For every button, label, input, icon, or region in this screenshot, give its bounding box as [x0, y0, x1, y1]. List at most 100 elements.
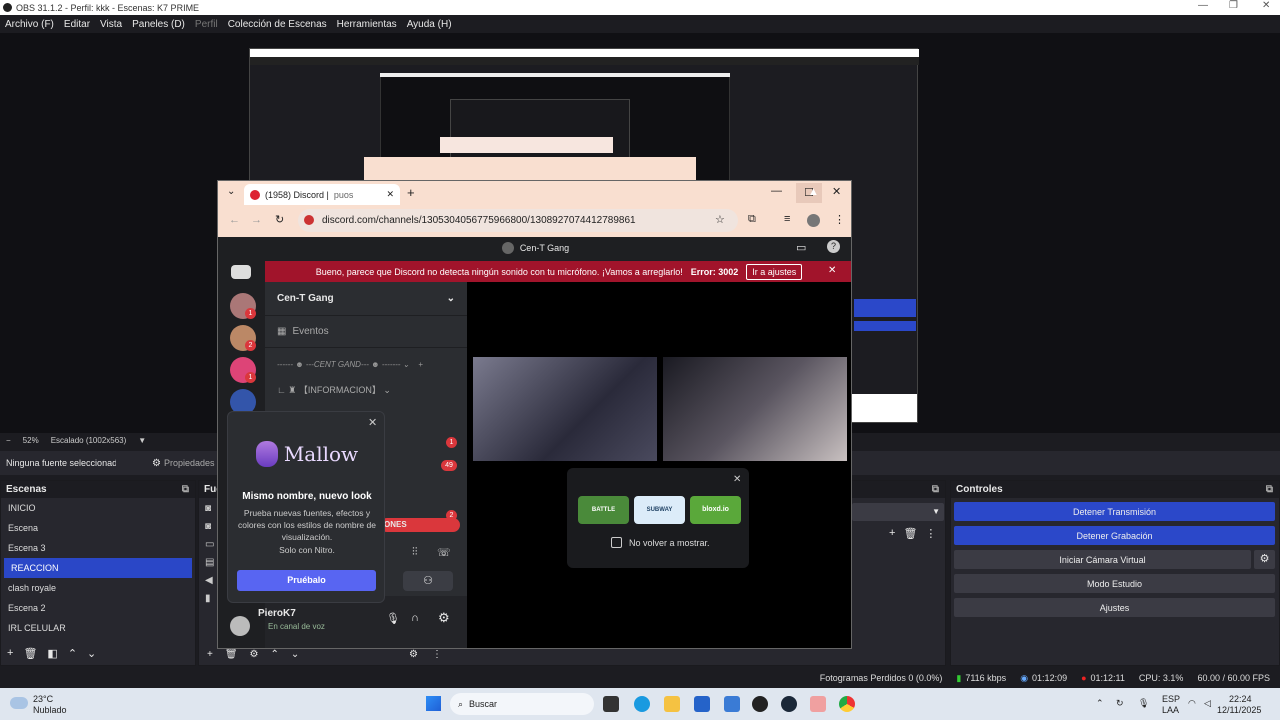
chevron-down-icon[interactable]: ⌄ — [227, 186, 235, 197]
scene-item[interactable]: Escena 2 — [1, 598, 195, 618]
star-icon[interactable]: ☆ — [715, 213, 725, 226]
inbox-icon[interactable]: ▭ — [796, 241, 806, 254]
trash-icon[interactable]: 🗑 — [225, 649, 238, 660]
video-tile[interactable] — [663, 357, 847, 461]
virtual-camera-settings-icon[interactable]: ⚙ — [1254, 550, 1275, 569]
url-input[interactable]: discord.com/channels/1305304056775966800… — [298, 209, 738, 232]
site-info-icon[interactable] — [304, 215, 314, 225]
mic-icon[interactable]: 🎙 — [386, 612, 400, 625]
start-icon[interactable] — [426, 696, 441, 711]
scale-label[interactable]: Escalado (1002x563) — [51, 436, 127, 445]
discord-home-icon[interactable] — [231, 265, 251, 279]
menu-coleccion[interactable]: Colección de Escenas — [228, 19, 327, 30]
trash-icon[interactable]: 🗑 — [903, 527, 917, 540]
chrome-icon[interactable] — [839, 696, 855, 712]
transition-select[interactable]: ▼ — [852, 503, 944, 521]
scene-item[interactable]: Escena 3 — [1, 538, 195, 558]
clock-date[interactable]: 12/11/2025 — [1217, 705, 1261, 715]
lang1[interactable]: ESP — [1162, 694, 1180, 704]
new-tab-icon[interactable]: + — [407, 185, 415, 200]
undock-icon[interactable]: ⧉ — [932, 484, 939, 495]
obs-icon[interactable] — [752, 696, 768, 712]
info-channel[interactable]: ∟ ♜ 【INFORMACION】 ⌄ — [265, 383, 467, 396]
zoom-out-icon[interactable]: − — [6, 436, 11, 445]
undock-icon[interactable]: ⧉ — [182, 484, 189, 495]
edge-icon[interactable] — [634, 696, 650, 712]
go-settings-button[interactable]: Ir a ajustes — [746, 263, 803, 280]
move-down-icon[interactable]: ⌄ — [291, 649, 299, 660]
menu-herramientas[interactable]: Herramientas — [337, 19, 397, 30]
weather-temp[interactable]: 23°C — [33, 694, 53, 704]
scene-item-selected[interactable]: REACCION — [4, 558, 192, 578]
volume-icon[interactable]: ◁ — [1204, 698, 1211, 709]
settings-button[interactable]: Ajustes — [954, 598, 1275, 617]
studio-mode-button[interactable]: Modo Estudio — [954, 574, 1275, 593]
minimize-icon[interactable]: — — [771, 185, 782, 197]
headphones-icon[interactable]: ∩ — [411, 612, 419, 624]
menu-paneles[interactable]: Paneles (D) — [132, 19, 185, 30]
join-bar[interactable]: ONES — [380, 518, 460, 532]
minimize-icon[interactable]: — — [1198, 0, 1208, 11]
menu-editar[interactable]: Editar — [64, 19, 90, 30]
properties-button[interactable]: Propiedades — [164, 458, 215, 468]
avatar[interactable] — [230, 616, 250, 636]
waveform-icon[interactable]: ⫶⫶ — [412, 546, 418, 559]
media-icon[interactable]: ≡ — [784, 213, 790, 225]
more-icon[interactable]: ⋮ — [432, 649, 442, 660]
app-icon[interactable] — [810, 696, 826, 712]
scene-item[interactable]: Escena — [1, 518, 195, 538]
scene-item[interactable]: INICIO — [1, 498, 195, 518]
forward-icon[interactable]: → — [251, 214, 262, 226]
disconnect-icon[interactable]: ☏ — [437, 546, 451, 559]
add-scene-icon[interactable]: + — [7, 647, 13, 660]
category-header[interactable]: ------ ☻ ---CENT GAND--- ☻ ------- ⌄ + — [265, 360, 467, 369]
mixer-gear-icon[interactable]: ⚙ — [409, 649, 418, 660]
maximize-icon[interactable]: ❐ — [1229, 0, 1238, 11]
gear-icon[interactable]: ⚙ — [152, 458, 161, 469]
virtual-camera-button[interactable]: Iniciar Cámara Virtual — [954, 550, 1251, 569]
explorer-icon[interactable] — [664, 696, 680, 712]
close-icon[interactable]: ✕ — [1262, 0, 1270, 11]
scene-item[interactable]: IRL CELULAR — [1, 618, 195, 638]
wifi-icon[interactable]: ◠ — [1188, 698, 1196, 709]
outlook-icon[interactable] — [724, 696, 740, 712]
add-source-icon[interactable]: + — [207, 649, 213, 660]
add-icon[interactable]: + — [889, 527, 895, 540]
weather-icon[interactable] — [10, 697, 28, 709]
clock-time[interactable]: 22:24 — [1229, 694, 1252, 704]
steam-icon[interactable] — [781, 696, 797, 712]
store-icon[interactable] — [694, 696, 710, 712]
menu-archivo[interactable]: Archivo (F) — [5, 19, 54, 30]
trash-icon[interactable]: 🗑 — [23, 647, 37, 660]
menu-ayuda[interactable]: Ayuda (H) — [407, 19, 452, 30]
more-icon[interactable]: ⋮ — [834, 213, 845, 226]
game-thumb[interactable]: bloxd.io — [690, 496, 741, 524]
tab-close-icon[interactable]: ✕ — [386, 189, 394, 200]
game-thumb[interactable]: BATTLE — [578, 496, 629, 524]
tab-discord[interactable]: (1958) Discord | puos ✕ — [244, 184, 400, 205]
extensions-icon[interactable]: ⧉ — [748, 213, 756, 226]
move-down-icon[interactable]: ⌄ — [87, 647, 96, 660]
server-header[interactable]: Cen-T Gang ⌄ — [265, 282, 467, 316]
video-tile[interactable] — [473, 357, 657, 461]
stop-recording-button[interactable]: Detener Grabación — [954, 526, 1275, 545]
move-up-icon[interactable]: ⌃ — [271, 649, 279, 660]
filter-icon[interactable]: ◧ — [47, 647, 57, 660]
search-input[interactable]: ⌕ Buscar — [450, 693, 594, 715]
dismiss-checkbox[interactable] — [611, 537, 622, 548]
help-icon[interactable]: ? — [827, 240, 840, 253]
gear-icon[interactable]: ⚙ — [438, 610, 450, 626]
close-icon[interactable]: ✕ — [733, 474, 741, 485]
tray-chevron-icon[interactable]: ⌃ — [1096, 698, 1104, 709]
move-up-icon[interactable]: ⌃ — [68, 647, 77, 660]
back-icon[interactable]: ← — [229, 214, 240, 226]
more-icon[interactable]: ⋮ — [925, 527, 936, 540]
taskview-icon[interactable] — [603, 696, 619, 712]
events-item[interactable]: ▦ Eventos — [265, 316, 467, 348]
gear-icon[interactable]: ⚙ — [250, 649, 259, 660]
mic-icon[interactable]: 🎙 — [1138, 698, 1149, 709]
chevron-down-icon[interactable]: ▼ — [138, 436, 146, 445]
undock-icon[interactable]: ⧉ — [1266, 484, 1273, 495]
username[interactable]: PieroK7 — [258, 608, 296, 619]
scene-item[interactable]: clash royale — [1, 578, 195, 598]
